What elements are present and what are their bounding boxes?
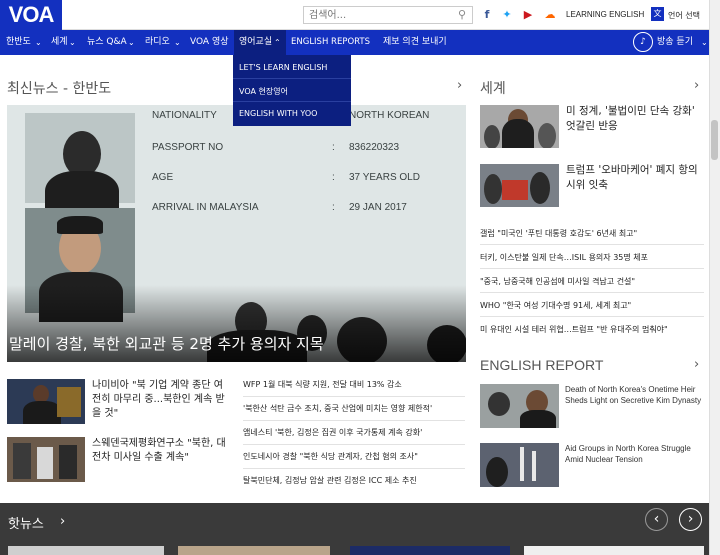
english-report-title: ENGLISH REPORT [480, 357, 604, 373]
world-headline[interactable]: 터키, 이스탄불 일제 단속…ISIL 용의자 35명 체포 [480, 252, 648, 263]
headline-item[interactable]: 앰네스티 '북한, 김정은 집권 이후 국가통제 계속 강화' [243, 427, 422, 438]
nav-item-video[interactable]: VOA 영상 [190, 30, 229, 55]
nav-item-radio-chevron: ⌄ [174, 38, 181, 47]
nav-item-english-class[interactable]: 영어교실 [239, 30, 272, 55]
carousel-thumb-4[interactable] [524, 546, 704, 555]
dropdown-item-lets-learn[interactable]: LET'S LEARN ENGLISH [239, 63, 327, 72]
world-headline[interactable]: 미 유대인 시설 테러 위협…트럼프 "반 유대주의 멈춰야" [480, 324, 668, 335]
doc-label-arrival: ARRIVAL IN MALAYSIA [152, 202, 259, 213]
story-thumb-2[interactable] [7, 437, 85, 482]
language-icon[interactable]: 文 [651, 7, 664, 21]
twitter-icon[interactable]: ✦ [500, 8, 514, 22]
carousel-thumb-3[interactable] [350, 546, 510, 555]
world-headline[interactable]: WHO "한국 여성 기대수명 91세, 세계 최고" [480, 300, 631, 311]
world-featured-1[interactable]: 미 정계, '불법이민 단속 강화' 엇갈린 반응 [566, 104, 706, 134]
hot-news-chevron-icon[interactable]: › [60, 514, 65, 529]
story-thumb-1[interactable] [7, 379, 85, 424]
youtube-icon[interactable]: ▶ [521, 8, 535, 22]
speaker-icon[interactable]: ♪ [633, 32, 653, 52]
doc-label-nationality: NATIONALITY [152, 110, 217, 121]
carousel-thumb-1[interactable] [8, 546, 164, 555]
english-class-dropdown: LET'S LEARN ENGLISH VOA 현장영어 ENGLISH WIT… [233, 55, 351, 126]
world-thumb-1[interactable] [480, 105, 559, 148]
dropdown-item-english-with-yoo[interactable]: ENGLISH WITH YOO [239, 109, 317, 118]
world-headline[interactable]: "중국, 남중국해 인공섬에 미사일 격납고 건설" [480, 276, 635, 287]
section-title: 최신뉴스 - 한반도 [7, 81, 112, 97]
world-headline[interactable]: 갤럽 "미국인 '푸틴 대통령 호감도' 6년새 최고" [480, 228, 637, 239]
headline-item[interactable]: 인도네시아 경찰 "북한 식당 관계자, 간첩 혐의 조사" [243, 451, 418, 462]
headline-item[interactable]: 탈북민단체, 김정남 암살 관련 김정은 ICC 제소 추진 [243, 475, 417, 486]
hot-news-title[interactable]: 핫뉴스 [8, 513, 44, 532]
headline-item[interactable]: '북한산 석탄 금수 조치, 중국 산업에 미치는 영향 제한적' [243, 403, 432, 414]
english-thumb-1[interactable] [480, 384, 559, 428]
nav-item-qa[interactable]: 뉴스 Q&A [87, 30, 127, 55]
nav-item-radio[interactable]: 라디오 [145, 30, 170, 55]
world-section-title: 세계 [480, 81, 506, 97]
voa-logo[interactable]: VOA [0, 0, 62, 30]
hero-image[interactable]: NATIONALITY PASSPORT NO AGE ARRIVAL IN M… [7, 105, 466, 362]
nav-item-world-chevron: ⌄ [69, 38, 76, 47]
hero-caption[interactable]: 말레이 경찰, 북한 외교관 등 2명 추가 용의자 지목 [9, 333, 324, 354]
story-title-2[interactable]: 스웨덴국제평화연구소 "북한, 대전차 미사일 수출 계속" [92, 437, 230, 465]
carousel-next-button[interactable]: › [679, 508, 702, 531]
learning-english-link[interactable]: LEARNING ENGLISH [566, 10, 644, 19]
doc-value-age: 37 YEARS OLD [349, 172, 420, 183]
page-scrollbar[interactable] [709, 0, 720, 555]
suspect-photo-1 [25, 113, 135, 221]
section-more-chevron-icon[interactable]: › [457, 78, 462, 93]
nav-item-korea-chevron: ⌄ [35, 38, 42, 47]
language-select[interactable]: 언어 선택 [668, 10, 700, 21]
search-icon[interactable]: ⚲ [458, 8, 470, 21]
doc-value-arrival: 29 JAN 2017 [349, 202, 407, 213]
nav-item-world[interactable]: 세계 [51, 30, 68, 55]
search-input[interactable] [303, 6, 473, 24]
scrollbar-thumb[interactable] [711, 120, 718, 160]
listen-chevron: ⌄ [701, 38, 708, 47]
podcast-icon[interactable]: ☁ [543, 8, 557, 22]
world-thumb-2[interactable] [480, 164, 559, 207]
nav-item-feedback[interactable]: 제보 의견 보내기 [383, 30, 447, 55]
nav-item-english-reports[interactable]: ENGLISH REPORTS [291, 30, 370, 55]
english-thumb-2[interactable] [480, 443, 559, 487]
english-report-item-2[interactable]: Aid Groups in North Korea Struggle Amid … [565, 443, 705, 465]
nav-item-english-class-chevron: ⌃ [274, 38, 281, 47]
doc-value-passport: 836220323 [349, 142, 400, 153]
carousel-thumb-2[interactable] [178, 546, 330, 555]
doc-label-passport: PASSPORT NO [152, 142, 224, 153]
dropdown-item-field-english[interactable]: VOA 현장영어 [239, 86, 288, 97]
facebook-icon[interactable]: f [480, 8, 494, 22]
world-featured-2[interactable]: 트럼프 '오바마케어' 폐지 항의 시위 잇축 [566, 163, 706, 193]
headline-item[interactable]: WFP 1월 대북 식량 지원, 전달 대비 13% 감소 [243, 379, 402, 390]
nav-item-qa-chevron: ⌄ [128, 38, 135, 47]
doc-label-age: AGE [152, 172, 174, 183]
nav-item-korea[interactable]: 한반도 [6, 30, 31, 55]
carousel-prev-button[interactable]: ‹ [645, 508, 668, 531]
listen-button[interactable]: 방송 듣기 [657, 30, 693, 55]
world-more-chevron-icon[interactable]: › [694, 78, 699, 93]
english-report-item-1[interactable]: Death of North Korea's Onetime Heir Shed… [565, 384, 705, 406]
doc-value-nationality: NORTH KOREAN [349, 110, 430, 121]
story-title-1[interactable]: 나미비아 "북 기업 계약 종단 여전히 마무리 중...북한인 계속 받을 것… [92, 379, 230, 421]
english-report-chevron-icon[interactable]: › [694, 357, 699, 372]
